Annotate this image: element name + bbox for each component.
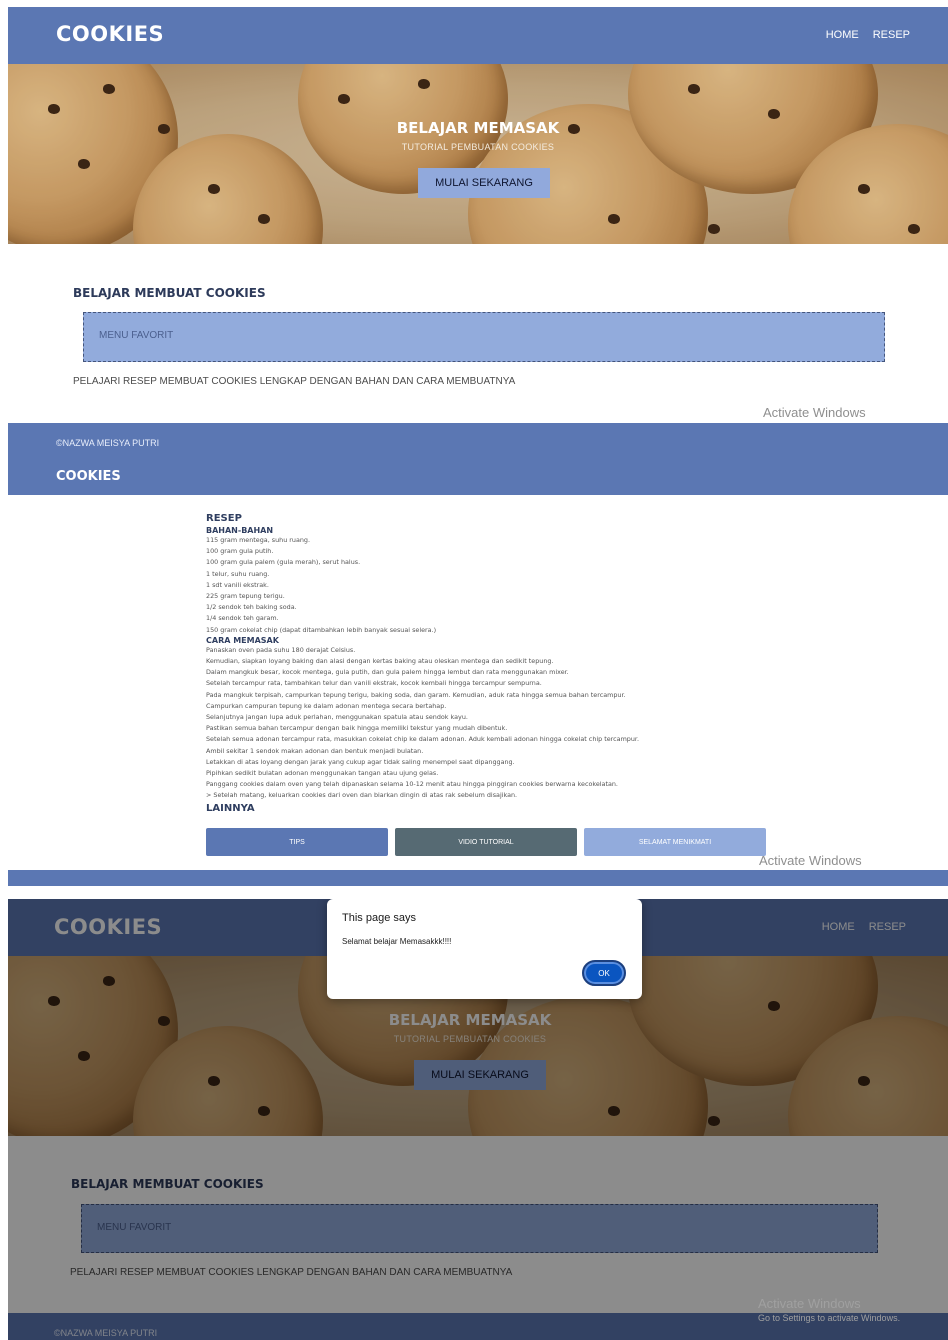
ingredients-heading: BAHAN-BAHAN xyxy=(206,526,274,535)
step-item: Panaskan oven pada suhu 180 derajat Cels… xyxy=(206,645,356,654)
footer: ©NAZWA MEISYA PUTRI COOKIES xyxy=(8,423,948,495)
steps-list: Panaskan oven pada suhu 180 derajat Cels… xyxy=(206,645,639,802)
step-item: Kemudian, siapkan loyang baking dan alas… xyxy=(206,657,554,666)
top-navbar: COOKIES HOME RESEP xyxy=(8,7,948,64)
nav-links: HOME RESEP xyxy=(826,29,910,41)
ingredient-item: 1/4 sendok teh garam. xyxy=(206,614,279,623)
hero-subtitle: TUTORIAL PEMBUATAN COOKIES xyxy=(401,142,555,152)
brand-logo[interactable]: COOKIES xyxy=(56,22,164,46)
recipe-page-screenshot: RESEP BAHAN-BAHAN 115 gram mentega, suhu… xyxy=(8,495,948,886)
section-title: BELAJAR MEMBUAT COOKIES xyxy=(73,286,266,300)
enjoy-button[interactable]: SELAMAT MENIKMATI xyxy=(584,828,766,856)
ingredient-item: 100 gram gula putih. xyxy=(206,547,274,556)
others-heading: LAINNYA xyxy=(206,802,255,814)
others-buttons: TIPS VIDIO TUTORIAL SELAMAT MENIKMATI xyxy=(206,828,766,856)
ingredient-item: 225 gram tepung terigu. xyxy=(206,592,285,601)
ingredient-item: 1 telur, suhu ruang. xyxy=(206,569,270,578)
step-item: Dalam mangkuk besar, kocok mentega, gula… xyxy=(206,668,569,677)
alert-title: This page says xyxy=(342,912,416,924)
video-tutorial-button[interactable]: VIDIO TUTORIAL xyxy=(395,828,577,856)
step-item: Pastikan semua bahan tercampur dengan ba… xyxy=(206,724,508,733)
start-now-button[interactable]: MULAI SEKARANG xyxy=(418,168,550,198)
step-item: > Setelah matang, keluarkan cookies dari… xyxy=(206,791,518,800)
alert-dialog: This page says Selamat belajar Memasakkk… xyxy=(327,899,642,999)
step-item: Letakkan di atas loyang dengan jarak yan… xyxy=(206,757,515,766)
recipe-content: RESEP BAHAN-BAHAN 115 gram mentega, suhu… xyxy=(206,513,639,814)
method-heading: CARA MEMASAK xyxy=(206,635,279,645)
hero-banner: BELAJAR MEMASAK TUTORIAL PEMBUATAN COOKI… xyxy=(8,64,948,244)
alert-message: Selamat belajar Memasakkk!!!! xyxy=(342,937,452,946)
ingredients-list: 115 gram mentega, suhu ruang. 100 gram g… xyxy=(206,535,639,636)
home-page-screenshot: COOKIES HOME RESEP BELAJAR MEMASAK TUTOR… xyxy=(8,7,948,495)
menu-favorit-box[interactable]: MENU FAVORIT xyxy=(83,312,885,362)
nav-home-link[interactable]: HOME xyxy=(826,29,859,41)
ingredient-item: 150 gram cokelat chip (dapat ditambahkan… xyxy=(206,625,437,634)
footer-copyright: ©NAZWA MEISYA PUTRI xyxy=(56,438,160,448)
ingredient-item: 100 gram gula palem (gula merah), serut … xyxy=(206,558,361,567)
section-description: PELAJARI RESEP MEMBUAT COOKIES LENGKAP D… xyxy=(73,376,516,387)
activate-windows-watermark: Activate Windows Go to Settings to activ… xyxy=(758,1296,901,1323)
step-item: Pada mangkuk terpisah, campurkan tepung … xyxy=(206,690,626,699)
ingredient-item: 1 sdt vanili ekstrak. xyxy=(206,580,269,589)
alert-ok-button[interactable]: OK xyxy=(582,960,626,986)
step-item: Selanjutnya jangan lupa aduk perlahan, m… xyxy=(206,713,468,722)
step-item: Campurkan campuran tepung ke dalam adona… xyxy=(206,701,447,710)
nav-resep-link[interactable]: RESEP xyxy=(873,29,910,41)
step-item: Setelah semua adonan tercampur rata, mas… xyxy=(206,735,639,744)
tips-button[interactable]: TIPS xyxy=(206,828,388,856)
footer-brand[interactable]: COOKIES xyxy=(56,469,121,484)
menu-favorit-label: MENU FAVORIT xyxy=(99,330,174,341)
footer-strip xyxy=(8,870,948,886)
step-item: Pipihkan sedikit bulatan adonan mengguna… xyxy=(206,769,439,778)
step-item: Setelah tercampur rata, tambahkan telur … xyxy=(206,679,542,688)
ingredient-item: 1/2 sendok teh baking soda. xyxy=(206,603,297,612)
step-item: Panggang cookies dalam oven yang telah d… xyxy=(206,780,618,789)
ingredient-item: 115 gram mentega, suhu ruang. xyxy=(206,536,311,544)
alert-screenshot: COOKIES HOME RESEP BELAJAR MEMASAK TUTOR… xyxy=(8,899,948,1340)
step-item: Ambil sekitar 1 sendok makan adonan dan … xyxy=(206,746,424,755)
hero-title: BELAJAR MEMASAK xyxy=(396,119,560,137)
recipe-title: RESEP xyxy=(206,513,242,524)
